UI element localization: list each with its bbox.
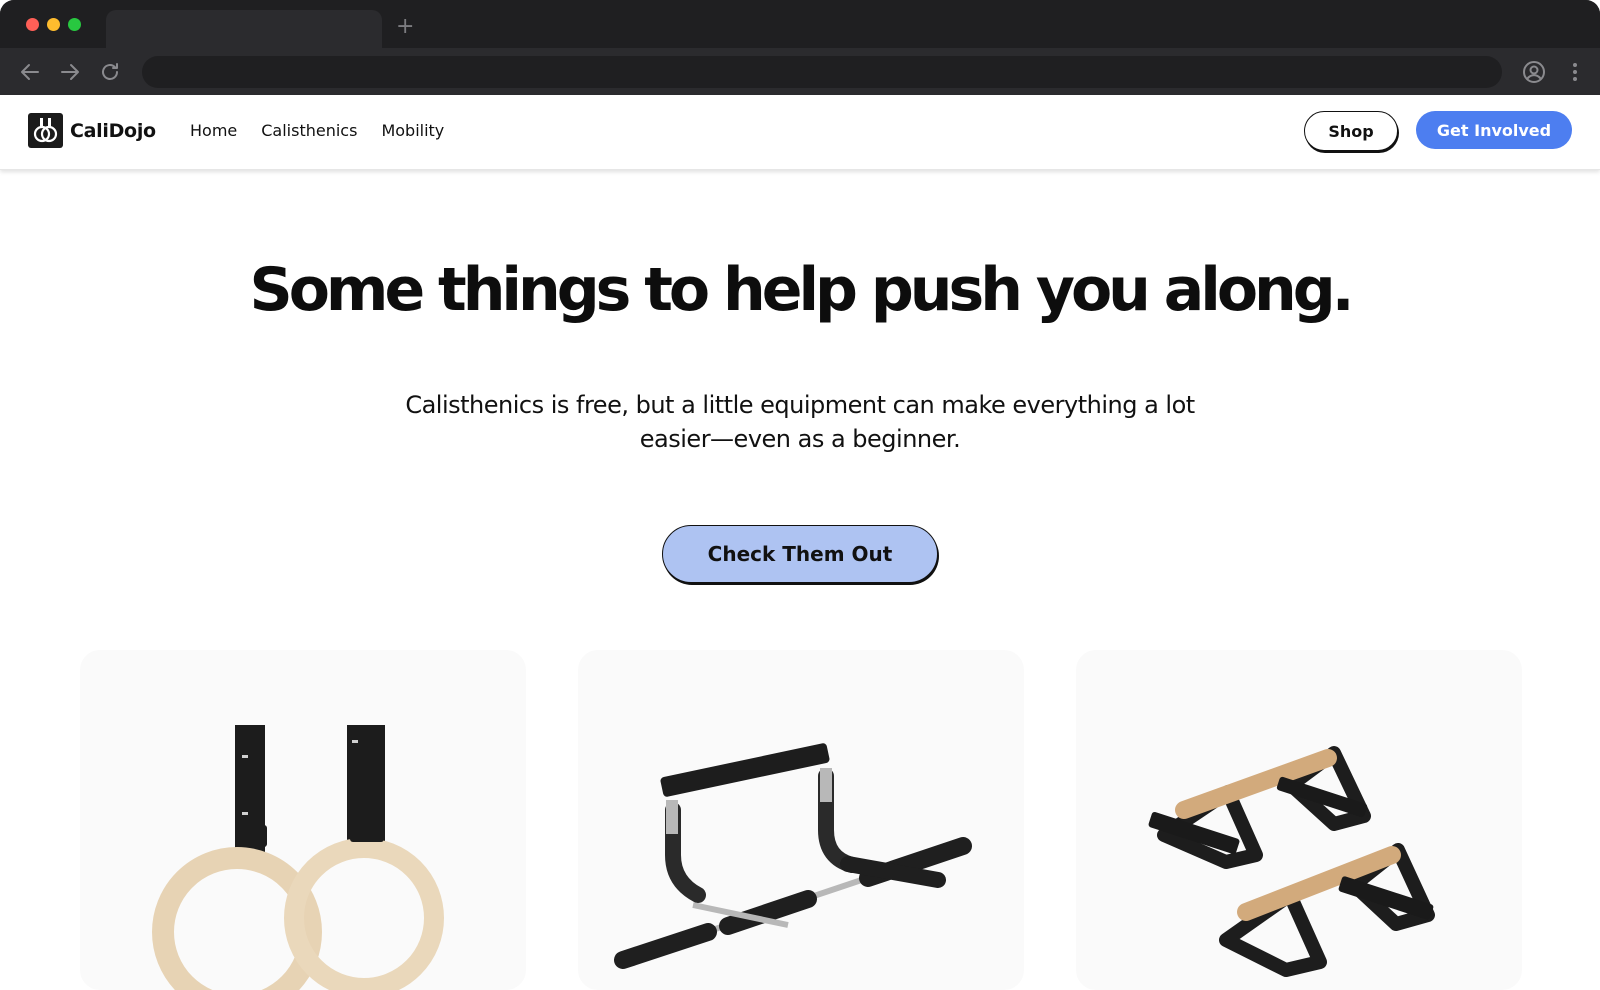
parallettes-image <box>1148 746 1435 977</box>
back-arrow-icon[interactable] <box>18 60 42 84</box>
nav-link-mobility[interactable]: Mobility <box>381 121 444 140</box>
nav-link-calisthenics[interactable]: Calisthenics <box>261 121 357 140</box>
address-bar[interactable] <box>142 56 1502 88</box>
more-menu-icon[interactable] <box>1563 60 1587 84</box>
reload-icon[interactable] <box>98 60 122 84</box>
browser-window-chrome: + <box>0 0 1600 95</box>
check-them-out-button[interactable]: Check Them Out <box>662 525 938 583</box>
site-header: CaliDojo Home Calisthenics Mobility Shop… <box>0 95 1600 170</box>
hero-subtitle: Calisthenics is free, but a little equip… <box>405 391 1195 453</box>
browser-tab[interactable] <box>106 10 382 48</box>
logo-text: CaliDojo <box>70 119 156 142</box>
gymnastic-rings-image <box>152 725 444 990</box>
nav-link-home[interactable]: Home <box>190 121 237 140</box>
shop-button[interactable]: Shop <box>1304 111 1398 151</box>
hero-title-pre: Some things to help <box>249 255 871 325</box>
new-tab-icon[interactable]: + <box>396 15 414 39</box>
gymnastic-rings-logo-icon <box>28 113 63 148</box>
product-card-pullup-bar[interactable] <box>578 650 1024 990</box>
pull-up-bar-image <box>614 743 972 969</box>
get-involved-button[interactable]: Get Involved <box>1416 111 1572 149</box>
main-nav: Home Calisthenics Mobility <box>190 121 444 140</box>
hero-title-highlight: push you <box>864 252 1155 328</box>
product-card-parallettes[interactable] <box>1076 650 1522 990</box>
hero-title: Some things to help push you along. <box>0 252 1600 328</box>
forward-arrow-icon[interactable] <box>58 60 82 84</box>
hero-title-post: along. <box>1146 255 1355 325</box>
close-window-button[interactable] <box>26 18 39 31</box>
maximize-window-button[interactable] <box>68 18 81 31</box>
product-card-rings[interactable] <box>80 650 526 990</box>
profile-icon[interactable] <box>1522 60 1546 84</box>
browser-toolbar <box>0 48 1600 95</box>
browser-titlebar: + <box>0 0 1600 48</box>
site-logo[interactable]: CaliDojo <box>28 113 156 148</box>
minimize-window-button[interactable] <box>47 18 60 31</box>
